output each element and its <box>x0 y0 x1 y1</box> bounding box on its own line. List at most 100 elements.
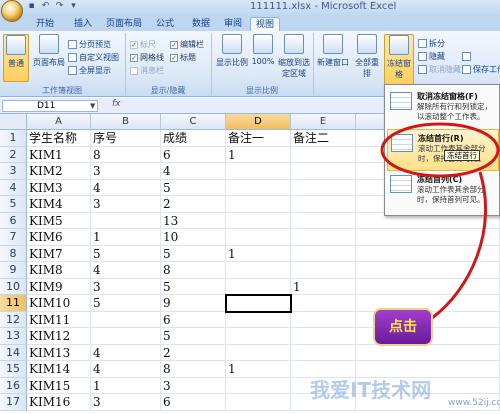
tab-page-layout[interactable]: 页面布局 <box>102 17 146 31</box>
table-cell[interactable] <box>291 229 356 246</box>
message-bar-checkbox[interactable]: 消息栏 <box>130 65 164 76</box>
table-cell[interactable]: KIM3 <box>27 179 91 196</box>
column-header[interactable]: B <box>91 114 161 130</box>
tab-view[interactable]: 视图 <box>250 17 280 31</box>
table-cell[interactable]: 4 <box>91 262 161 279</box>
table-cell[interactable]: 13 <box>161 212 226 229</box>
formula-bar-checkbox[interactable]: ✓ 编辑栏 <box>170 39 204 50</box>
table-cell[interactable]: 6 <box>161 146 226 163</box>
full-screen-button[interactable]: 全屏显示 <box>68 65 111 76</box>
table-cell[interactable] <box>91 328 161 345</box>
gridlines-checkbox[interactable]: ✓ 网格线 <box>130 52 164 63</box>
table-cell[interactable] <box>91 311 161 328</box>
table-cell[interactable]: 5 <box>91 245 161 262</box>
table-cell[interactable]: 8 <box>161 361 226 378</box>
row-header[interactable]: 7 <box>0 229 27 246</box>
table-cell[interactable] <box>91 212 161 229</box>
table-cell[interactable]: KIM7 <box>27 245 91 262</box>
table-cell[interactable] <box>226 262 291 279</box>
freeze-panes-button[interactable]: 冻结窗格 <box>384 34 414 86</box>
table-cell[interactable] <box>226 311 291 328</box>
table-cell[interactable]: 4 <box>91 361 161 378</box>
table-cell[interactable] <box>226 394 291 411</box>
table-cell[interactable]: 5 <box>91 295 161 312</box>
table-cell[interactable]: 备注一 <box>226 130 291 147</box>
zoom-selection-button[interactable]: 缩放到选定区域 <box>277 34 311 82</box>
row-header[interactable]: 9 <box>0 262 27 279</box>
table-cell[interactable] <box>226 229 291 246</box>
table-cell[interactable] <box>291 311 356 328</box>
office-button[interactable] <box>1 0 23 22</box>
table-cell[interactable]: 2 <box>161 196 226 213</box>
table-cell[interactable]: 6 <box>161 394 226 411</box>
table-cell[interactable] <box>291 196 356 213</box>
side-by-side-button[interactable] <box>462 51 473 62</box>
table-cell[interactable] <box>226 328 291 345</box>
table-cell[interactable]: 3 <box>161 377 226 394</box>
table-cell[interactable] <box>291 328 356 345</box>
table-cell[interactable]: 1 <box>226 361 291 378</box>
row-header[interactable]: 2 <box>0 146 27 163</box>
redo-icon[interactable]: ↷ <box>54 1 65 12</box>
tab-data[interactable]: 数据 <box>186 17 216 31</box>
table-cell[interactable] <box>356 262 500 279</box>
table-cell[interactable] <box>226 179 291 196</box>
table-cell[interactable]: KIM11 <box>27 311 91 328</box>
tab-insert[interactable]: 插入 <box>68 17 98 31</box>
table-cell[interactable] <box>291 179 356 196</box>
table-cell[interactable]: KIM4 <box>27 196 91 213</box>
row-header[interactable]: 6 <box>0 212 27 229</box>
table-cell[interactable]: KIM16 <box>27 394 91 411</box>
table-cell[interactable] <box>291 262 356 279</box>
new-window-button[interactable]: 新建窗口 <box>316 34 350 82</box>
menu-item-unfreeze[interactable]: 取消冻结窗格(F) 解除所有行和列锁定，以滚动整个工作表。 <box>387 88 499 130</box>
table-cell[interactable]: 2 <box>161 344 226 361</box>
table-cell[interactable] <box>226 196 291 213</box>
hide-button[interactable]: 隐藏 <box>418 51 445 62</box>
zoom-button[interactable]: 显示比例 <box>215 34 249 82</box>
table-cell[interactable] <box>356 344 500 361</box>
table-cell[interactable] <box>226 278 291 295</box>
save-workspace-button[interactable]: 保存工作区 <box>462 64 500 75</box>
headings-checkbox[interactable]: ✓ 标题 <box>170 52 196 63</box>
zoom-100-button[interactable]: 100% <box>251 34 275 82</box>
select-all-corner[interactable] <box>0 114 27 130</box>
table-cell[interactable]: 1 <box>291 278 356 295</box>
table-cell[interactable] <box>356 229 500 246</box>
table-cell[interactable]: KIM9 <box>27 278 91 295</box>
table-cell[interactable] <box>356 278 500 295</box>
split-button[interactable]: 拆分 <box>418 38 445 49</box>
tab-review[interactable]: 审阅 <box>218 17 248 31</box>
row-header[interactable]: 4 <box>0 179 27 196</box>
chevron-down-icon[interactable]: ▼ <box>90 102 95 110</box>
table-cell[interactable]: 学生名称 <box>27 130 91 147</box>
table-cell[interactable]: 10 <box>161 229 226 246</box>
row-header[interactable]: 17 <box>0 394 27 411</box>
normal-view-button[interactable]: 普通 <box>3 34 29 82</box>
table-cell[interactable] <box>226 344 291 361</box>
menu-item-freeze-top-row[interactable]: 冻结首行(R) 滚动工作表其余部分时，保持首行可见。 <box>387 129 499 171</box>
menu-item-freeze-first-column[interactable]: 冻结首列(C) 滚动工作表其余部分时，保持首列可见。 <box>387 171 499 213</box>
table-cell[interactable]: 8 <box>161 262 226 279</box>
row-header[interactable]: 5 <box>0 196 27 213</box>
table-cell[interactable]: 3 <box>91 196 161 213</box>
table-cell[interactable] <box>226 377 291 394</box>
table-cell[interactable]: KIM14 <box>27 361 91 378</box>
table-cell[interactable]: 1 <box>91 229 161 246</box>
table-cell[interactable]: 1 <box>226 245 291 262</box>
table-cell[interactable]: KIM2 <box>27 163 91 180</box>
table-cell[interactable]: 4 <box>91 344 161 361</box>
save-icon[interactable]: ▪ <box>26 1 37 12</box>
table-cell[interactable] <box>291 146 356 163</box>
page-layout-view-button[interactable]: 页面布局 <box>33 34 65 82</box>
table-cell[interactable]: 1 <box>226 146 291 163</box>
row-header[interactable]: 3 <box>0 163 27 180</box>
column-header[interactable]: E <box>291 114 356 130</box>
table-cell[interactable]: 备注二 <box>291 130 356 147</box>
table-cell[interactable]: 9 <box>161 295 226 312</box>
table-cell[interactable]: KIM12 <box>27 328 91 345</box>
table-cell[interactable]: 序号 <box>91 130 161 147</box>
undo-icon[interactable]: ↶ <box>40 1 51 12</box>
table-cell[interactable]: 6 <box>161 311 226 328</box>
table-cell[interactable]: 8 <box>91 146 161 163</box>
